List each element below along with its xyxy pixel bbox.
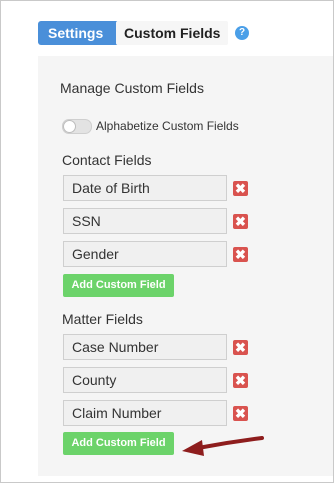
- alphabetize-label: Alphabetize Custom Fields: [96, 119, 239, 133]
- contact-field-input[interactable]: Date of Birth: [63, 175, 227, 201]
- delete-field-icon[interactable]: ✖: [233, 406, 248, 421]
- breadcrumb-current: Custom Fields: [116, 21, 229, 45]
- delete-field-icon[interactable]: ✖: [233, 181, 248, 196]
- help-icon[interactable]: ?: [235, 26, 249, 40]
- contact-field-input[interactable]: SSN: [63, 208, 227, 234]
- delete-field-icon[interactable]: ✖: [233, 214, 248, 229]
- page-heading: Manage Custom Fields: [60, 80, 204, 96]
- breadcrumb-settings[interactable]: Settings: [38, 21, 128, 45]
- toggle-knob: [63, 120, 76, 133]
- contact-field-input[interactable]: Gender: [63, 241, 227, 267]
- add-matter-field-button[interactable]: Add Custom Field: [63, 432, 174, 455]
- matter-field-input[interactable]: Case Number: [63, 334, 227, 360]
- delete-field-icon[interactable]: ✖: [233, 340, 248, 355]
- matter-fields-title: Matter Fields: [62, 311, 143, 327]
- add-contact-field-button[interactable]: Add Custom Field: [63, 274, 174, 297]
- delete-field-icon[interactable]: ✖: [233, 247, 248, 262]
- matter-field-input[interactable]: Claim Number: [63, 400, 227, 426]
- contact-fields-title: Contact Fields: [62, 152, 152, 168]
- annotation-arrow-icon: [182, 436, 264, 456]
- alphabetize-toggle[interactable]: [62, 119, 92, 134]
- delete-field-icon[interactable]: ✖: [233, 373, 248, 388]
- matter-field-input[interactable]: County: [63, 367, 227, 393]
